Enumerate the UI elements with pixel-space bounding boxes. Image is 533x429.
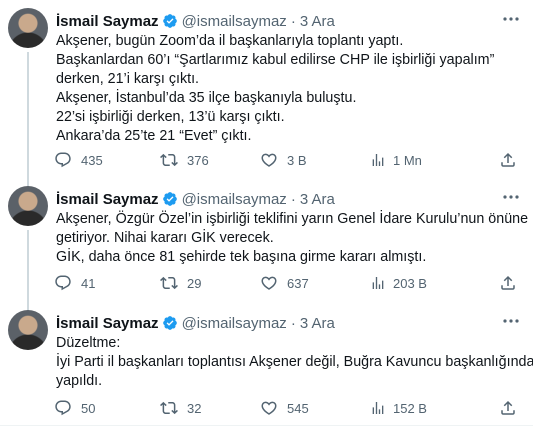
repost-icon (160, 274, 178, 292)
repost-count: 32 (187, 400, 202, 416)
tweet-line: Akşener, İstanbul’da 35 ilçe başkanıyla … (56, 90, 357, 106)
action-bar: 41 29 637 203 B (48, 273, 523, 293)
views-icon (370, 151, 386, 169)
tweet-text: Düzeltme: İyi Parti il başkanları toplan… (56, 334, 533, 391)
views-count: 1 Mn (393, 152, 422, 168)
tweet-text: Akşener, Özgür Özel’in işbirliği teklifi… (56, 210, 529, 267)
timestamp[interactable]: 3 Ara (300, 191, 335, 208)
repost-icon (160, 399, 178, 417)
more-icon[interactable] (501, 190, 521, 204)
reply-button[interactable]: 50 (54, 398, 95, 418)
avatar[interactable] (8, 8, 48, 48)
share-icon (499, 274, 517, 292)
share-icon (499, 151, 517, 169)
more-icon[interactable] (501, 314, 521, 328)
tweet-line: 22’si işbirliği derken, 13’ü karşı çıktı… (56, 109, 285, 125)
verified-badge-icon (162, 315, 178, 331)
reply-button[interactable]: 435 (54, 150, 103, 170)
share-button[interactable] (499, 150, 517, 170)
author-name[interactable]: İsmail Saymaz (56, 191, 159, 208)
repost-icon (160, 151, 178, 169)
repost-button[interactable]: 29 (160, 273, 201, 293)
reply-icon (54, 274, 72, 292)
tweet-line: Düzeltme: (56, 335, 121, 351)
tweet-text: Akşener, bugün Zoom’da il başkanlarıyla … (56, 32, 521, 146)
reply-icon (54, 151, 72, 169)
verified-badge-icon (162, 13, 178, 29)
tweet-line: Ankara’da 25’te 21 “Evet” çıktı. (56, 128, 252, 144)
tweet-header: İsmail Saymaz @ismailsaymaz · 3 Ara (56, 11, 335, 31)
share-icon (499, 399, 517, 417)
tweet-line: Başkanlardan 60’ı “Şartlarımız kabul edi… (56, 52, 495, 68)
like-count: 545 (287, 400, 309, 416)
separator: · (290, 314, 296, 332)
author-handle[interactable]: @ismailsaymaz (182, 13, 287, 30)
share-button[interactable] (499, 273, 517, 293)
like-button[interactable]: 545 (260, 398, 309, 418)
like-icon (260, 399, 278, 417)
reply-button[interactable]: 41 (54, 273, 95, 293)
views-icon (370, 274, 386, 292)
action-bar: 435 376 3 B 1 Mn (48, 150, 523, 170)
views-button[interactable]: 1 Mn (370, 150, 422, 170)
views-count: 203 B (393, 275, 427, 291)
like-button[interactable]: 3 B (260, 150, 307, 170)
like-count: 637 (287, 275, 309, 291)
separator: · (290, 190, 296, 208)
like-count: 3 B (287, 152, 307, 168)
avatar[interactable] (8, 310, 48, 350)
tweet-header: İsmail Saymaz @ismailsaymaz · 3 Ara (56, 313, 335, 333)
more-icon[interactable] (501, 12, 521, 26)
author-handle[interactable]: @ismailsaymaz (182, 315, 287, 332)
views-button[interactable]: 203 B (370, 273, 427, 293)
thread-line (27, 52, 29, 192)
reply-icon (54, 399, 72, 417)
avatar[interactable] (8, 186, 48, 226)
tweet-header: İsmail Saymaz @ismailsaymaz · 3 Ara (56, 189, 335, 209)
repost-count: 29 (187, 275, 202, 291)
views-button[interactable]: 152 B (370, 398, 427, 418)
reply-count: 435 (81, 152, 103, 168)
like-button[interactable]: 637 (260, 273, 309, 293)
tweet-line: derken, 21’i karşı çıktı. (56, 71, 200, 87)
action-bar: 50 32 545 152 B (48, 398, 523, 418)
tweet-line: İyi Parti il başkanları toplantısı Akşen… (56, 354, 533, 370)
separator: · (290, 12, 296, 30)
verified-badge-icon (162, 191, 178, 207)
author-name[interactable]: İsmail Saymaz (56, 315, 159, 332)
author-name[interactable]: İsmail Saymaz (56, 13, 159, 30)
tweet-line: Akşener, bugün Zoom’da il başkanlarıyla … (56, 33, 404, 49)
repost-count: 376 (187, 152, 209, 168)
timestamp[interactable]: 3 Ara (300, 315, 335, 332)
tweet-line: GİK, daha önce 81 şehirde tek başına gir… (56, 249, 427, 265)
tweet-line: yapıldı. (56, 373, 103, 389)
reply-count: 41 (81, 275, 96, 291)
bottom-divider (0, 425, 533, 426)
tweet-line: Akşener, Özgür Özel’in işbirliği teklifi… (56, 211, 529, 227)
views-icon (370, 399, 386, 417)
tweet-line: getiriyor. Nihai kararı GİK verecek. (56, 230, 274, 246)
like-icon (260, 274, 278, 292)
repost-button[interactable]: 376 (160, 150, 209, 170)
author-handle[interactable]: @ismailsaymaz (182, 191, 287, 208)
timestamp[interactable]: 3 Ara (300, 13, 335, 30)
share-button[interactable] (499, 398, 517, 418)
repost-button[interactable]: 32 (160, 398, 201, 418)
like-icon (260, 151, 278, 169)
reply-count: 50 (81, 400, 96, 416)
views-count: 152 B (393, 400, 427, 416)
thread-line (27, 230, 29, 312)
